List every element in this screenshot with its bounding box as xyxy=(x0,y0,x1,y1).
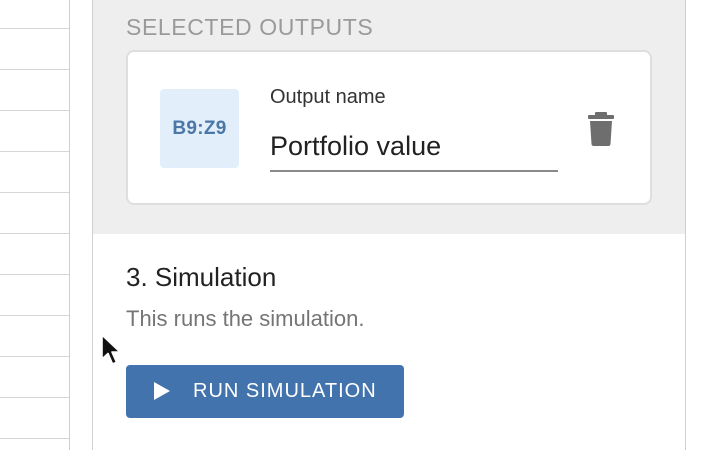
sheet-row-divider xyxy=(0,69,69,70)
sheet-row-divider xyxy=(0,110,69,111)
selected-outputs-section: SELECTED OUTPUTS B9:Z9 Output name xyxy=(93,0,685,234)
simulation-side-panel: SELECTED OUTPUTS B9:Z9 Output name 3. Si… xyxy=(92,0,686,450)
trash-icon xyxy=(588,112,614,146)
sheet-row-divider xyxy=(0,315,69,316)
output-card: B9:Z9 Output name xyxy=(126,50,652,205)
run-simulation-label: RUN SIMULATION xyxy=(193,380,377,402)
screen: SELECTED OUTPUTS B9:Z9 Output name 3. Si… xyxy=(0,0,720,450)
selected-outputs-heading: SELECTED OUTPUTS xyxy=(126,14,374,40)
run-simulation-button[interactable]: RUN SIMULATION xyxy=(126,365,404,418)
play-icon xyxy=(154,382,170,400)
delete-output-button[interactable] xyxy=(586,110,616,148)
sheet-row-divider xyxy=(0,28,69,29)
sheet-row-divider xyxy=(0,233,69,234)
sheet-row-divider xyxy=(0,356,69,357)
output-name-label: Output name xyxy=(270,86,386,108)
output-range-chip: B9:Z9 xyxy=(160,89,239,168)
simulation-title: 3. Simulation xyxy=(126,262,277,292)
sheet-row-divider xyxy=(0,397,69,398)
sheet-row-divider xyxy=(0,274,69,275)
spreadsheet-grid[interactable] xyxy=(0,0,70,450)
sheet-row-divider xyxy=(0,438,69,439)
output-name-input[interactable] xyxy=(270,122,558,172)
sheet-row-divider xyxy=(0,192,69,193)
sheet-row-divider xyxy=(0,151,69,152)
mouse-cursor-icon xyxy=(101,334,121,365)
simulation-description: This runs the simulation. xyxy=(126,306,365,331)
